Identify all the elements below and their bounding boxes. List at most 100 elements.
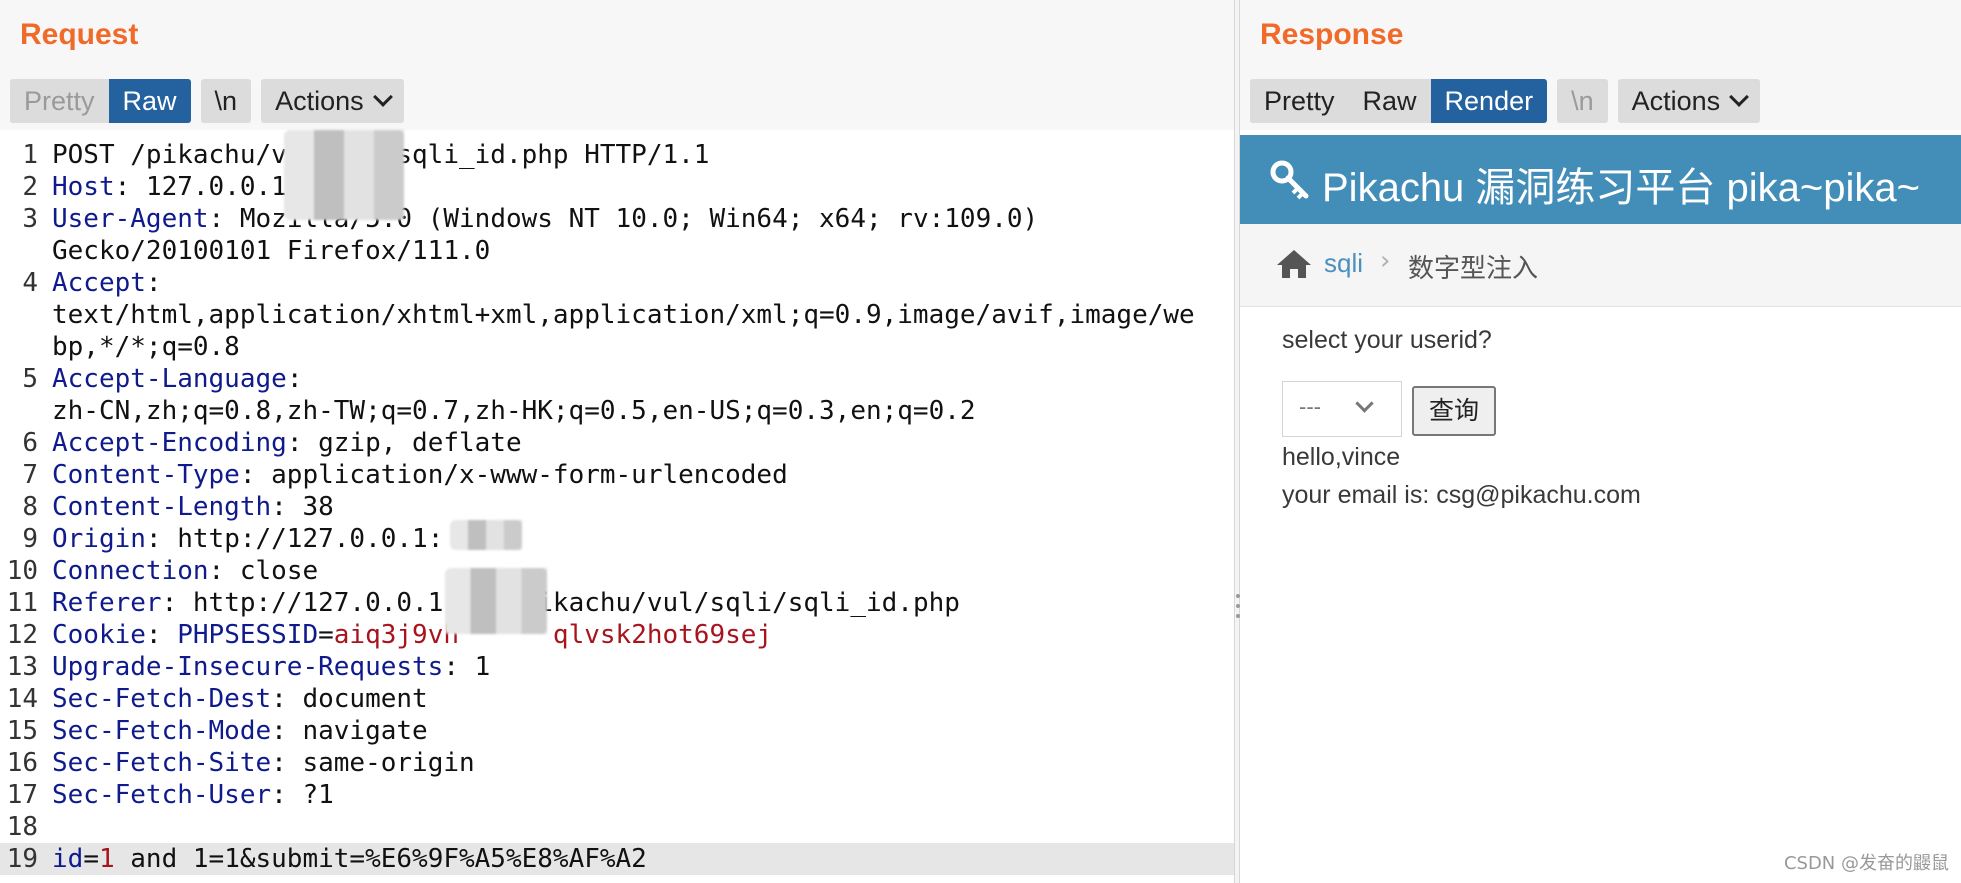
line-number: 3 [22,204,38,234]
header-name: Origin [52,524,146,554]
header-separator: : [114,172,146,202]
header-name: Accept-Language [52,364,287,394]
header-value: http://127.0.0.1: [177,524,444,554]
line-number: 7 [22,460,38,490]
line-number: 19 [6,844,38,874]
header-value: same-origin [302,748,475,778]
code-line[interactable]: 1 POST /pikachu/v /sqli_id.php HTTP/1.1 [0,139,1234,171]
response-tab-raw[interactable]: Raw [1348,79,1431,123]
header-value: and 1=1&submit=%E6%9F%A5%E8%AF%A2 [114,844,647,874]
request-tab-raw[interactable]: Raw [108,79,191,123]
code-line[interactable]: 9 Origin: http://127.0.0.1: [0,523,1234,555]
code-line[interactable]: 3 User-Agent: Mozilla/5.0 (Windows NT 10.… [0,203,1234,235]
line-number: 17 [6,780,38,810]
request-header: Request Pretty Raw \n Actions [0,0,1234,130]
header-value: 38 [302,492,334,522]
header-separator: : [271,716,303,746]
code-line[interactable]: 17 Sec-Fetch-User: ?1 [0,779,1234,811]
code-line[interactable]: 4 Accept: [0,267,1234,299]
line-number: 11 [6,588,38,618]
request-newline-toggle[interactable]: \n [200,79,252,123]
line-content: Origin: http://127.0.0.1: [52,523,443,555]
chevron-down-icon [1355,394,1374,413]
header-name: Sec-Fetch-Dest [52,684,272,714]
response-actions-label: Actions [1631,86,1721,116]
rendered-site-header: Pikachu 漏洞练习平台 pika~pika~ [1240,135,1961,224]
redaction-blur [450,520,522,550]
code-line[interactable]: 2 Host: 127.0.0.1 [0,171,1234,203]
cookie-equals: = [318,620,334,650]
code-line[interactable]: 12 Cookie: PHPSESSID=aiq3j9vh qlvsk2hot69… [0,619,1234,651]
line-number: 16 [6,748,38,778]
chevron-down-icon [372,87,393,107]
line-number: 14 [6,684,38,714]
breadcrumb: sqli › 数字型注入 [1240,224,1961,307]
response-tab-render[interactable]: Render [1430,79,1548,123]
response-newline-toggle[interactable]: \n [1557,79,1608,123]
breadcrumb-separator: › [1380,246,1391,276]
code-line[interactable]: 13 Upgrade-Insecure-Requests: 1 [0,651,1234,683]
userid-label: select your userid? [1282,326,1492,354]
home-icon[interactable] [1275,248,1313,280]
header-separator: = [83,844,99,874]
response-view-toggle: Pretty Raw Render [1250,79,1548,123]
chevron-down-icon [1729,87,1750,107]
line-content: Gecko/20100101 Firefox/111.0 [52,235,490,267]
code-line[interactable]: 11 Referer: http://127.0.0.1 pikachu/vul/… [0,587,1234,619]
userid-select-value: --- [1299,394,1321,419]
code-line[interactable]: text/html,application/xhtml+xml,applicat… [0,299,1234,331]
code-line[interactable]: zh-CN,zh;q=0.8,zh-TW;q=0.7,zh-HK;q=0.5,e… [0,395,1234,427]
header-name: User-Agent [52,204,209,234]
header-name: Sec-Fetch-Mode [52,716,272,746]
code-line[interactable]: 15 Sec-Fetch-Mode: navigate [0,715,1234,747]
code-line[interactable]: bp,*/*;q=0.8 [0,331,1234,363]
header-separator: : [271,748,303,778]
header-separator: : [145,268,162,298]
header-value: document [302,684,428,714]
line-content: text/html,application/xhtml+xml,applicat… [52,299,1195,331]
response-actions-button[interactable]: Actions [1617,79,1761,123]
header-value: ?1 [302,780,334,810]
code-line[interactable]: Gecko/20100101 Firefox/111.0 [0,235,1234,267]
param-value: 1 [98,844,115,874]
header-separator: : [208,556,240,586]
header-separator: : [271,684,303,714]
line-number: 1 [22,140,38,170]
header-value: gzip, deflate [318,428,522,458]
query-button[interactable]: 查询 [1412,386,1496,436]
line-number: 10 [6,556,38,586]
code-line[interactable]: 18 [0,811,1234,843]
cookie-name: PHPSESSID [177,620,319,650]
header-value: zh-CN,zh;q=0.8,zh-TW;q=0.7,zh-HK;q=0.5,e… [52,396,976,426]
code-line[interactable]: 10 Connection: close [0,555,1234,587]
code-line[interactable]: 6 Accept-Encoding: gzip, deflate [0,427,1234,459]
line-content: Sec-Fetch-User: ?1 [52,779,334,811]
request-actions-button[interactable]: Actions [261,79,404,123]
header-name: Content-Length [52,492,272,522]
cookie-value: aiq3j9vh qlvsk2hot69sej [333,620,773,650]
code-line[interactable]: 16 Sec-Fetch-Site: same-origin [0,747,1234,779]
code-line[interactable]: 19 id=1 and 1=1&submit=%E6%9F%A5%E8%AF%A2 [0,843,1234,875]
code-line[interactable]: 5 Accept-Language: [0,363,1234,395]
request-title: Request [20,18,139,51]
header-name: Referer [52,588,162,618]
breadcrumb-link-sqli[interactable]: sqli [1324,248,1363,279]
request-actions-label: Actions [275,86,364,116]
line-number: 9 [22,524,38,554]
header-name: Upgrade-Insecure-Requests [52,652,444,682]
response-pane: Response Pretty Raw Render \n Actions Pi… [1240,0,1961,883]
request-tab-pretty[interactable]: Pretty [10,79,109,123]
header-name: Sec-Fetch-Site [52,748,272,778]
code-line[interactable]: 7 Content-Type: application/x-www-form-ur… [0,459,1234,491]
code-line[interactable]: 14 Sec-Fetch-Dest: document [0,683,1234,715]
breadcrumb-current: 数字型注入 [1408,253,1539,283]
code-line[interactable]: 8 Content-Length: 38 [0,491,1234,523]
header-separator: : [271,492,303,522]
request-pane: Request Pretty Raw \n Actions 1 POST /pik… [0,0,1234,883]
userid-select[interactable]: --- [1282,381,1402,437]
header-name: id [52,844,84,874]
request-editor[interactable]: 1 POST /pikachu/v /sqli_id.php HTTP/1.1 2 H… [0,135,1234,883]
response-tab-pretty[interactable]: Pretty [1250,79,1349,123]
result-greeting: hello,vince [1282,443,1401,471]
line-number: 13 [6,652,38,682]
